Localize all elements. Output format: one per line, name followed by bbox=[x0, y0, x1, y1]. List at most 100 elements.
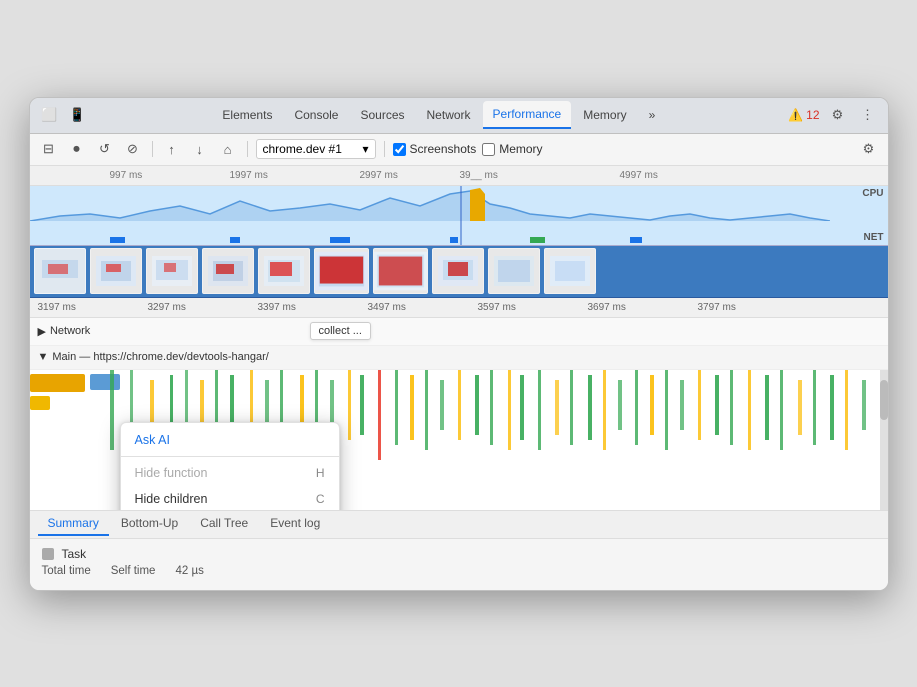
tab-sources[interactable]: Sources bbox=[350, 102, 414, 128]
settings-icon-btn[interactable]: ⚙ bbox=[826, 103, 850, 127]
network-bar-area: collect ... bbox=[150, 318, 888, 345]
memory-checkbox[interactable] bbox=[482, 143, 495, 156]
screenshot-thumb bbox=[432, 248, 484, 294]
tab-network[interactable]: Network bbox=[417, 102, 481, 128]
toolbar-sep-1 bbox=[152, 141, 153, 157]
task-row: Task bbox=[42, 547, 876, 561]
cpu-chart bbox=[30, 186, 830, 221]
tab-bar: ⬜ 📱 Elements Console Sources Network Per… bbox=[30, 98, 888, 134]
menu-item-hide-function: Hide function H bbox=[121, 460, 339, 486]
ask-ai-label: Ask AI bbox=[135, 433, 170, 447]
tick-5: 4997 ms bbox=[620, 170, 658, 181]
more-icon-btn[interactable]: ⋮ bbox=[856, 103, 880, 127]
tick2-6: 3697 ms bbox=[588, 302, 626, 313]
cpu-label: CPU bbox=[862, 188, 883, 199]
total-time-label: Total time bbox=[42, 565, 91, 577]
tab-bottom-up[interactable]: Bottom-Up bbox=[111, 512, 188, 536]
task-data-row: Total time Self time 42 µs bbox=[42, 565, 876, 577]
screenshot-thumb bbox=[90, 248, 142, 294]
menu-item-hide-children[interactable]: Hide children C bbox=[121, 486, 339, 510]
timeline-ruler-bottom: 3197 ms 3297 ms 3397 ms 3497 ms 3597 ms … bbox=[30, 298, 888, 318]
tick2-3: 3397 ms bbox=[258, 302, 296, 313]
tick-4: 39__ ms bbox=[460, 170, 498, 181]
flame-bar-yellow[interactable] bbox=[30, 374, 85, 392]
network-row-label: ▶ Network bbox=[30, 325, 150, 338]
url-value: chrome.dev #1 bbox=[263, 142, 342, 156]
network-row[interactable]: ▶ Network collect ... bbox=[30, 318, 888, 346]
warning-count: 12 bbox=[806, 108, 819, 122]
tab-event-log[interactable]: Event log bbox=[260, 512, 330, 536]
task-label: Task bbox=[62, 547, 87, 561]
hide-function-label: Hide function bbox=[135, 466, 208, 480]
capture-settings-btn[interactable]: ⚙ bbox=[858, 138, 880, 160]
main-expand-icon: ▼ bbox=[38, 351, 49, 363]
inspector-icon[interactable]: ⬜ bbox=[38, 103, 62, 127]
memory-checkbox-label[interactable]: Memory bbox=[482, 142, 542, 156]
toolbar-right: ⚙ bbox=[858, 138, 880, 160]
collect-button[interactable]: collect ... bbox=[310, 322, 371, 340]
flame-bar-yellow2[interactable] bbox=[30, 396, 50, 410]
tick2-2: 3297 ms bbox=[148, 302, 186, 313]
task-color-swatch bbox=[42, 548, 54, 560]
tab-console[interactable]: Console bbox=[284, 102, 348, 128]
screenshot-thumb bbox=[314, 248, 369, 294]
flame-content[interactable]: Ask AI Hide function H Hide children C H… bbox=[30, 370, 888, 510]
tab-performance[interactable]: Performance bbox=[483, 101, 572, 129]
screenshot-thumb bbox=[373, 248, 428, 294]
bottom-tab-bar: Summary Bottom-Up Call Tree Event log bbox=[30, 511, 888, 539]
timeline-overview[interactable]: CPU NET bbox=[30, 186, 888, 246]
memory-label: Memory bbox=[499, 142, 542, 156]
tick2-4: 3497 ms bbox=[368, 302, 406, 313]
scrollbar-vertical[interactable] bbox=[880, 370, 888, 510]
screenshot-thumb bbox=[34, 248, 86, 294]
net-label: NET bbox=[864, 232, 884, 243]
screenshot-thumb bbox=[146, 248, 198, 294]
reload-btn[interactable]: ↺ bbox=[94, 138, 116, 160]
network-label-text: Network bbox=[50, 325, 90, 337]
tab-call-tree[interactable]: Call Tree bbox=[190, 512, 258, 536]
tick2-1: 3197 ms bbox=[38, 302, 76, 313]
self-time-label: Self time bbox=[111, 565, 156, 577]
device-mode-icon[interactable]: 📱 bbox=[66, 103, 90, 127]
hide-children-label: Hide children bbox=[135, 492, 208, 506]
clear-btn[interactable]: ⊘ bbox=[122, 138, 144, 160]
download-btn[interactable]: ↓ bbox=[189, 138, 211, 160]
flamechart-area: ▶ Network collect ... ▼ Main — https://c… bbox=[30, 318, 888, 510]
screenshots-label: Screenshots bbox=[410, 142, 477, 156]
tick2-5: 3597 ms bbox=[478, 302, 516, 313]
timeline-ruler-top: 997 ms 1997 ms 2997 ms 39__ ms 4997 ms bbox=[30, 166, 888, 186]
warning-badge[interactable]: ⚠️ 12 bbox=[788, 108, 819, 122]
tab-elements[interactable]: Elements bbox=[212, 102, 282, 128]
upload-btn[interactable]: ↑ bbox=[161, 138, 183, 160]
sidebar-toggle-btn[interactable]: ⊟ bbox=[38, 138, 60, 160]
tick-1: 997 ms bbox=[110, 170, 143, 181]
expand-icon: ▶ bbox=[38, 325, 46, 338]
bottom-panel: Summary Bottom-Up Call Tree Event log Ta… bbox=[30, 510, 888, 590]
screenshots-strip bbox=[30, 246, 888, 298]
timeline-container: 997 ms 1997 ms 2997 ms 39__ ms 4997 ms C… bbox=[30, 166, 888, 510]
record-btn[interactable]: ⏺ bbox=[66, 138, 88, 160]
hide-children-shortcut: C bbox=[316, 492, 325, 506]
toolbar: ⊟ ⏺ ↺ ⊘ ↑ ↓ ⌂ chrome.dev #1 ▾ Screenshot… bbox=[30, 134, 888, 166]
tick-3: 2997 ms bbox=[360, 170, 398, 181]
tick-2: 1997 ms bbox=[230, 170, 268, 181]
tab-bar-right: ⚠️ 12 ⚙ ⋮ bbox=[788, 103, 879, 127]
main-label: Main — https://chrome.dev/devtools-hanga… bbox=[52, 351, 268, 363]
url-select[interactable]: chrome.dev #1 ▾ bbox=[256, 139, 376, 159]
tab-summary[interactable]: Summary bbox=[38, 512, 109, 536]
menu-item-ask-ai[interactable]: Ask AI bbox=[121, 427, 339, 453]
tab-memory[interactable]: Memory bbox=[573, 102, 636, 128]
net-chart bbox=[30, 235, 830, 245]
scrollbar-thumb[interactable] bbox=[880, 380, 888, 420]
screenshots-checkbox-label[interactable]: Screenshots bbox=[393, 142, 477, 156]
self-time-value: 42 µs bbox=[175, 565, 203, 577]
bottom-content: Task Total time Self time 42 µs bbox=[30, 539, 888, 585]
screenshots-checkbox[interactable] bbox=[393, 143, 406, 156]
hide-function-shortcut: H bbox=[316, 466, 325, 480]
main-row[interactable]: ▼ Main — https://chrome.dev/devtools-han… bbox=[30, 346, 888, 370]
menu-sep-1 bbox=[121, 456, 339, 457]
context-menu: Ask AI Hide function H Hide children C H… bbox=[120, 422, 340, 510]
tab-overflow[interactable]: » bbox=[639, 102, 666, 128]
screenshot-thumb bbox=[544, 248, 596, 294]
home-btn[interactable]: ⌂ bbox=[217, 138, 239, 160]
